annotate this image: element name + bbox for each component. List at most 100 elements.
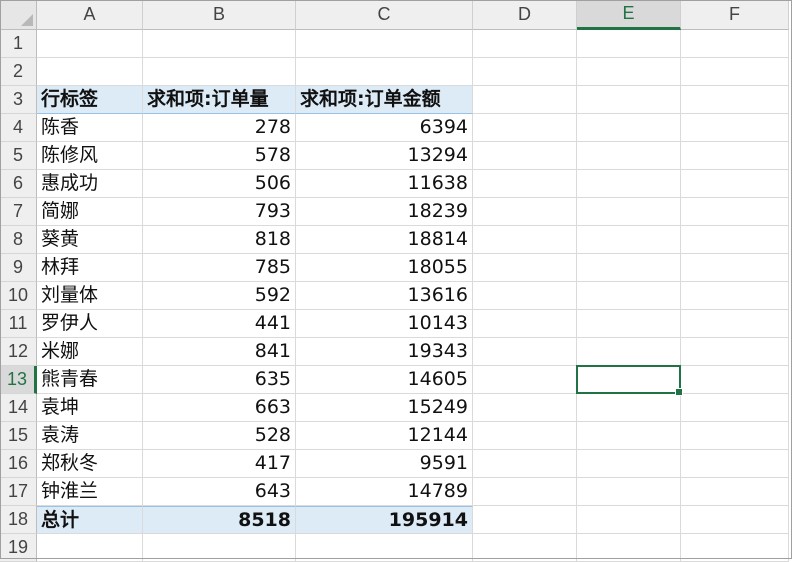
cell-c19[interactable] bbox=[296, 534, 473, 562]
cell-e4[interactable] bbox=[577, 114, 681, 142]
row-header-2[interactable]: 2 bbox=[0, 58, 37, 86]
pivot-row-name[interactable]: 陈香 bbox=[37, 114, 143, 142]
cell-f6[interactable] bbox=[681, 170, 789, 198]
column-header-a[interactable]: A bbox=[37, 0, 143, 30]
cell-f2[interactable] bbox=[681, 58, 789, 86]
cell-d6[interactable] bbox=[473, 170, 577, 198]
cell-e19[interactable] bbox=[577, 534, 681, 562]
fill-handle[interactable] bbox=[675, 388, 683, 396]
row-header-16[interactable]: 16 bbox=[0, 450, 37, 478]
pivot-row-name[interactable]: 惠成功 bbox=[37, 170, 143, 198]
cell-a1[interactable] bbox=[37, 30, 143, 58]
cell-a2[interactable] bbox=[37, 58, 143, 86]
pivot-row-name[interactable]: 袁涛 bbox=[37, 422, 143, 450]
cell-e6[interactable] bbox=[577, 170, 681, 198]
pivot-row-amount[interactable]: 6394 bbox=[296, 114, 473, 142]
pivot-sum-amount-header[interactable]: 求和项:订单金额 bbox=[296, 86, 473, 114]
cell-f10[interactable] bbox=[681, 282, 789, 310]
pivot-row-qty[interactable]: 643 bbox=[143, 478, 296, 506]
cell-b2[interactable] bbox=[143, 58, 296, 86]
cell-d16[interactable] bbox=[473, 450, 577, 478]
pivot-row-name[interactable]: 陈修风 bbox=[37, 142, 143, 170]
cell-f17[interactable] bbox=[681, 478, 789, 506]
pivot-row-qty[interactable]: 528 bbox=[143, 422, 296, 450]
cell-e8[interactable] bbox=[577, 226, 681, 254]
cell-b1[interactable] bbox=[143, 30, 296, 58]
pivot-row-amount[interactable]: 18055 bbox=[296, 254, 473, 282]
cell-f19[interactable] bbox=[681, 534, 789, 562]
select-all-corner[interactable] bbox=[0, 0, 37, 30]
cell-d19[interactable] bbox=[473, 534, 577, 562]
row-header-1[interactable]: 1 bbox=[0, 30, 37, 58]
cell-e3[interactable] bbox=[577, 86, 681, 114]
pivot-row-name[interactable]: 熊青春 bbox=[37, 366, 143, 394]
cell-e18[interactable] bbox=[577, 506, 681, 534]
row-header-10[interactable]: 10 bbox=[0, 282, 37, 310]
row-header-14[interactable]: 14 bbox=[0, 394, 37, 422]
cell-d13[interactable] bbox=[473, 366, 577, 394]
pivot-row-qty[interactable]: 793 bbox=[143, 198, 296, 226]
row-header-15[interactable]: 15 bbox=[0, 422, 37, 450]
column-header-c[interactable]: C bbox=[296, 0, 473, 30]
pivot-row-name[interactable]: 林拜 bbox=[37, 254, 143, 282]
cell-c1[interactable] bbox=[296, 30, 473, 58]
row-header-4[interactable]: 4 bbox=[0, 114, 37, 142]
column-header-e[interactable]: E bbox=[577, 0, 681, 30]
pivot-row-amount[interactable]: 18239 bbox=[296, 198, 473, 226]
row-header-18[interactable]: 18 bbox=[0, 506, 37, 534]
cell-f18[interactable] bbox=[681, 506, 789, 534]
pivot-row-amount[interactable]: 9591 bbox=[296, 450, 473, 478]
pivot-row-amount[interactable]: 12144 bbox=[296, 422, 473, 450]
pivot-row-qty[interactable]: 592 bbox=[143, 282, 296, 310]
row-header-7[interactable]: 7 bbox=[0, 198, 37, 226]
cell-f4[interactable] bbox=[681, 114, 789, 142]
pivot-total-label[interactable]: 总计 bbox=[37, 506, 143, 534]
cell-f15[interactable] bbox=[681, 422, 789, 450]
pivot-row-qty[interactable]: 785 bbox=[143, 254, 296, 282]
row-header-12[interactable]: 12 bbox=[0, 338, 37, 366]
cell-e16[interactable] bbox=[577, 450, 681, 478]
pivot-row-name[interactable]: 葵黄 bbox=[37, 226, 143, 254]
row-header-19[interactable]: 19 bbox=[0, 534, 37, 562]
pivot-row-amount[interactable]: 19343 bbox=[296, 338, 473, 366]
pivot-row-name[interactable]: 罗伊人 bbox=[37, 310, 143, 338]
row-header-5[interactable]: 5 bbox=[0, 142, 37, 170]
cell-e5[interactable] bbox=[577, 142, 681, 170]
pivot-row-qty[interactable]: 841 bbox=[143, 338, 296, 366]
cell-f5[interactable] bbox=[681, 142, 789, 170]
cell-f16[interactable] bbox=[681, 450, 789, 478]
cell-f8[interactable] bbox=[681, 226, 789, 254]
pivot-row-label-header[interactable]: 行标签 bbox=[37, 86, 143, 114]
cell-d14[interactable] bbox=[473, 394, 577, 422]
pivot-row-qty[interactable]: 818 bbox=[143, 226, 296, 254]
cell-e14[interactable] bbox=[577, 394, 681, 422]
row-header-13[interactable]: 13 bbox=[0, 366, 37, 394]
cell-e10[interactable] bbox=[577, 282, 681, 310]
pivot-total-amount[interactable]: 195914 bbox=[296, 506, 473, 534]
cell-d10[interactable] bbox=[473, 282, 577, 310]
cell-d11[interactable] bbox=[473, 310, 577, 338]
cell-f13[interactable] bbox=[681, 366, 789, 394]
pivot-row-qty[interactable]: 578 bbox=[143, 142, 296, 170]
pivot-row-name[interactable]: 简娜 bbox=[37, 198, 143, 226]
cell-d12[interactable] bbox=[473, 338, 577, 366]
cell-d1[interactable] bbox=[473, 30, 577, 58]
cell-f3[interactable] bbox=[681, 86, 789, 114]
row-header-6[interactable]: 6 bbox=[0, 170, 37, 198]
cell-e1[interactable] bbox=[577, 30, 681, 58]
cell-e12[interactable] bbox=[577, 338, 681, 366]
column-header-f[interactable]: F bbox=[681, 0, 789, 30]
pivot-row-amount[interactable]: 13294 bbox=[296, 142, 473, 170]
cell-d15[interactable] bbox=[473, 422, 577, 450]
cell-d8[interactable] bbox=[473, 226, 577, 254]
cell-c2[interactable] bbox=[296, 58, 473, 86]
cell-e9[interactable] bbox=[577, 254, 681, 282]
cell-e17[interactable] bbox=[577, 478, 681, 506]
pivot-row-qty[interactable]: 635 bbox=[143, 366, 296, 394]
cell-f14[interactable] bbox=[681, 394, 789, 422]
pivot-row-amount[interactable]: 10143 bbox=[296, 310, 473, 338]
cell-d18[interactable] bbox=[473, 506, 577, 534]
pivot-row-name[interactable]: 袁坤 bbox=[37, 394, 143, 422]
cell-f11[interactable] bbox=[681, 310, 789, 338]
cell-e2[interactable] bbox=[577, 58, 681, 86]
